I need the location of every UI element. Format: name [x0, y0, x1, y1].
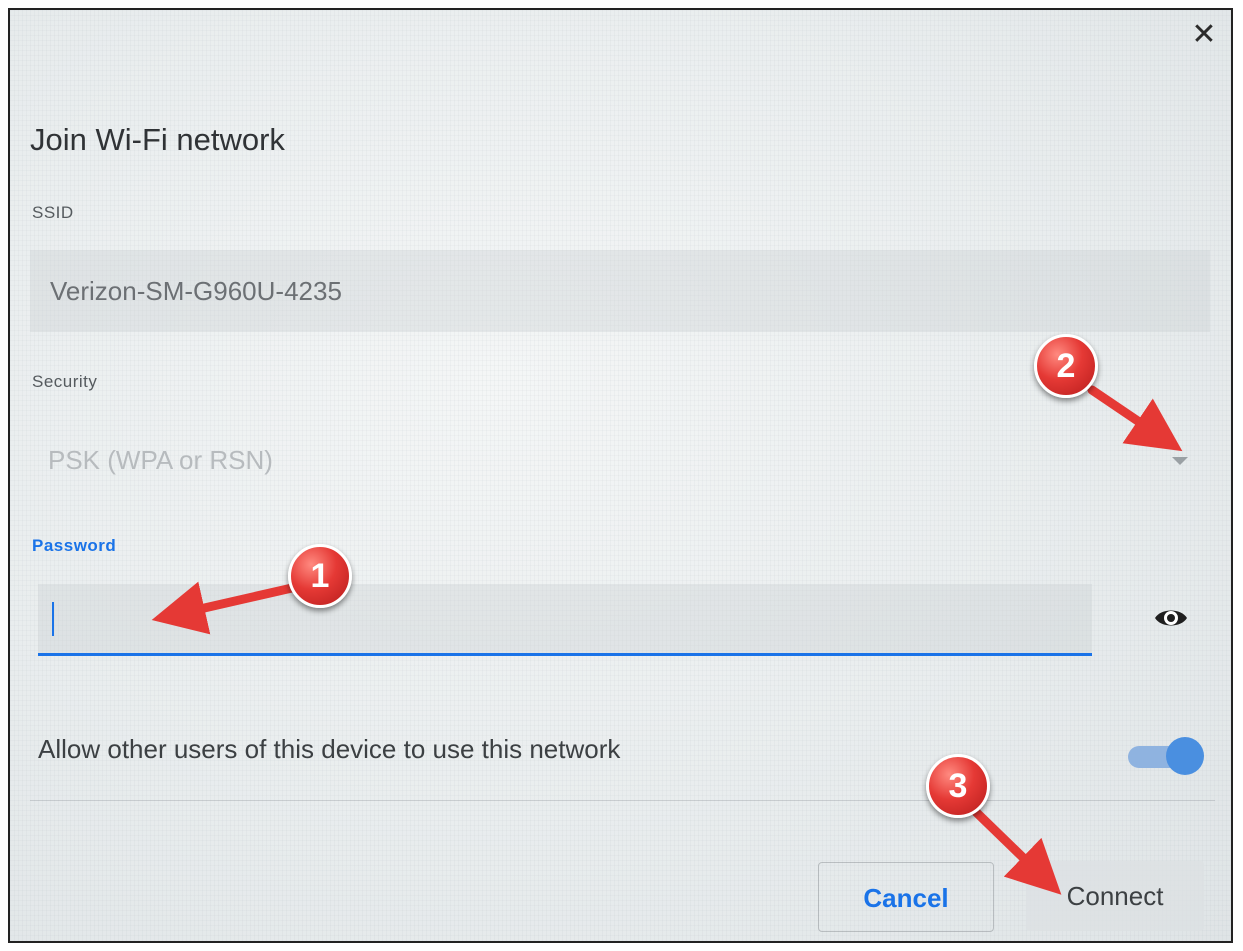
text-cursor — [52, 602, 54, 636]
share-network-toggle[interactable] — [1128, 735, 1204, 779]
toggle-knob — [1166, 737, 1204, 775]
divider — [30, 800, 1215, 801]
annotation-badge-1: 1 — [288, 544, 352, 608]
close-icon[interactable]: ✕ — [1189, 20, 1219, 50]
cancel-button[interactable]: Cancel — [818, 862, 994, 932]
password-label: Password — [32, 536, 117, 555]
security-dropdown[interactable]: PSK (WPA or RSN) — [30, 428, 1210, 492]
connect-button[interactable]: Connect — [1026, 861, 1204, 931]
password-field[interactable] — [38, 584, 1092, 656]
ssid-label: SSID — [32, 203, 74, 222]
annotation-badge-3: 3 — [926, 754, 990, 818]
ssid-field[interactable]: Verizon-SM-G960U-4235 — [30, 250, 1210, 332]
chevron-down-icon[interactable] — [1172, 457, 1188, 465]
share-network-label: Allow other users of this device to use … — [38, 734, 621, 764]
dialog-window: ✕ Join Wi-Fi network SSID Verizon-SM-G96… — [8, 8, 1233, 943]
annotation-badge-2: 2 — [1034, 334, 1098, 398]
dialog-title: Join Wi-Fi network — [30, 122, 285, 157]
security-selected-value: PSK (WPA or RSN) — [48, 445, 273, 475]
security-label: Security — [32, 372, 98, 391]
eye-icon[interactable] — [1153, 603, 1189, 633]
